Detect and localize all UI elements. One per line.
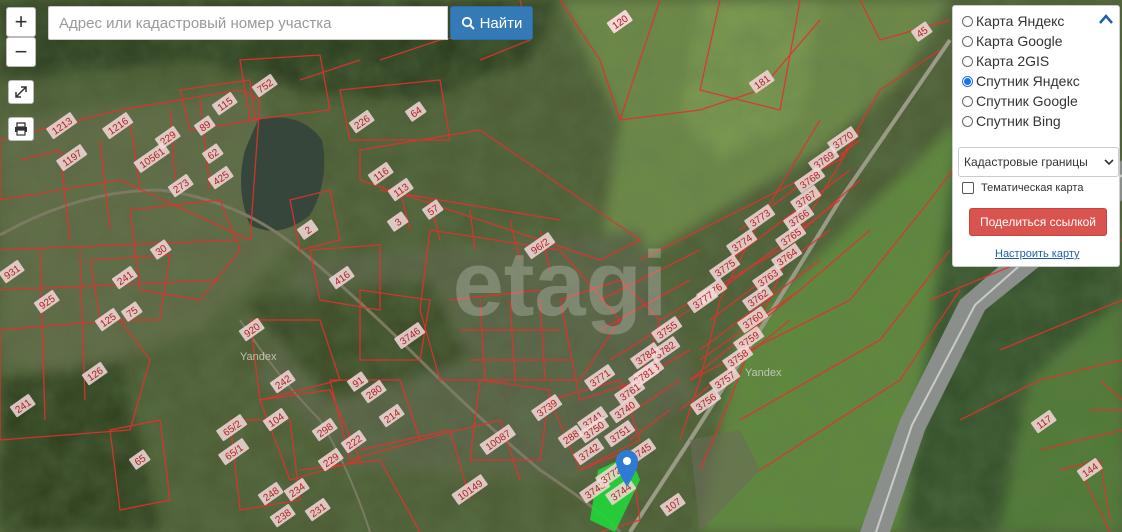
search-button[interactable]: Найти: [450, 6, 533, 40]
overlay-select-value: Кадастровые границы: [964, 155, 1088, 169]
layer-option-label: Карта 2GIS: [976, 53, 1050, 69]
expand-icon: [15, 86, 27, 98]
overlay-select[interactable]: Кадастровые границы: [958, 147, 1119, 177]
layer-option-label: Спутник Google: [976, 93, 1078, 109]
watermark: etagi: [453, 233, 668, 335]
fullscreen-button[interactable]: [8, 80, 34, 104]
radio-icon[interactable]: [962, 35, 973, 47]
thematic-map-toggle[interactable]: Тематическая карта: [962, 182, 1083, 194]
chevron-up-icon[interactable]: [1098, 12, 1114, 26]
radio-icon[interactable]: [962, 15, 973, 27]
provider-label: Yandex: [240, 351, 277, 363]
layer-option-yandex-map[interactable]: Карта Яндекс: [962, 11, 1064, 31]
radio-icon[interactable]: [962, 55, 973, 67]
thematic-map-label: Тематическая карта: [981, 182, 1084, 194]
layer-option-2gis-map[interactable]: Карта 2GIS: [962, 51, 1049, 71]
layer-option-google-map[interactable]: Карта Google: [962, 31, 1063, 51]
checkbox-icon[interactable]: [962, 182, 974, 194]
radio-icon[interactable]: [962, 95, 973, 107]
radio-icon[interactable]: [962, 75, 973, 87]
search-icon: [461, 16, 475, 30]
search-button-label: Найти: [479, 14, 523, 32]
zoom-in-button[interactable]: +: [6, 7, 36, 37]
printer-icon: [15, 122, 27, 136]
share-link-button[interactable]: Поделиться ссылкой: [969, 208, 1107, 236]
chevron-down-icon: [1104, 159, 1114, 166]
search-input[interactable]: [48, 6, 448, 40]
layer-option-yandex-satellite[interactable]: Спутник Яндекс: [962, 71, 1080, 91]
layer-option-label: Спутник Яндекс: [976, 73, 1080, 89]
layer-option-label: Карта Google: [976, 33, 1063, 49]
zoom-out-button[interactable]: −: [6, 37, 36, 67]
layer-panel: Карта Яндекс Карта Google Карта 2GIS Спу…: [952, 5, 1120, 267]
provider-label: Yandex: [745, 367, 782, 379]
print-button[interactable]: [8, 117, 34, 141]
layer-option-google-satellite[interactable]: Спутник Google: [962, 91, 1078, 111]
radio-icon[interactable]: [962, 115, 973, 127]
configure-map-link[interactable]: Настроить карту: [995, 248, 1080, 260]
layer-option-bing-satellite[interactable]: Спутник Bing: [962, 111, 1061, 131]
layer-option-label: Карта Яндекс: [976, 13, 1065, 29]
layer-option-label: Спутник Bing: [976, 113, 1061, 129]
